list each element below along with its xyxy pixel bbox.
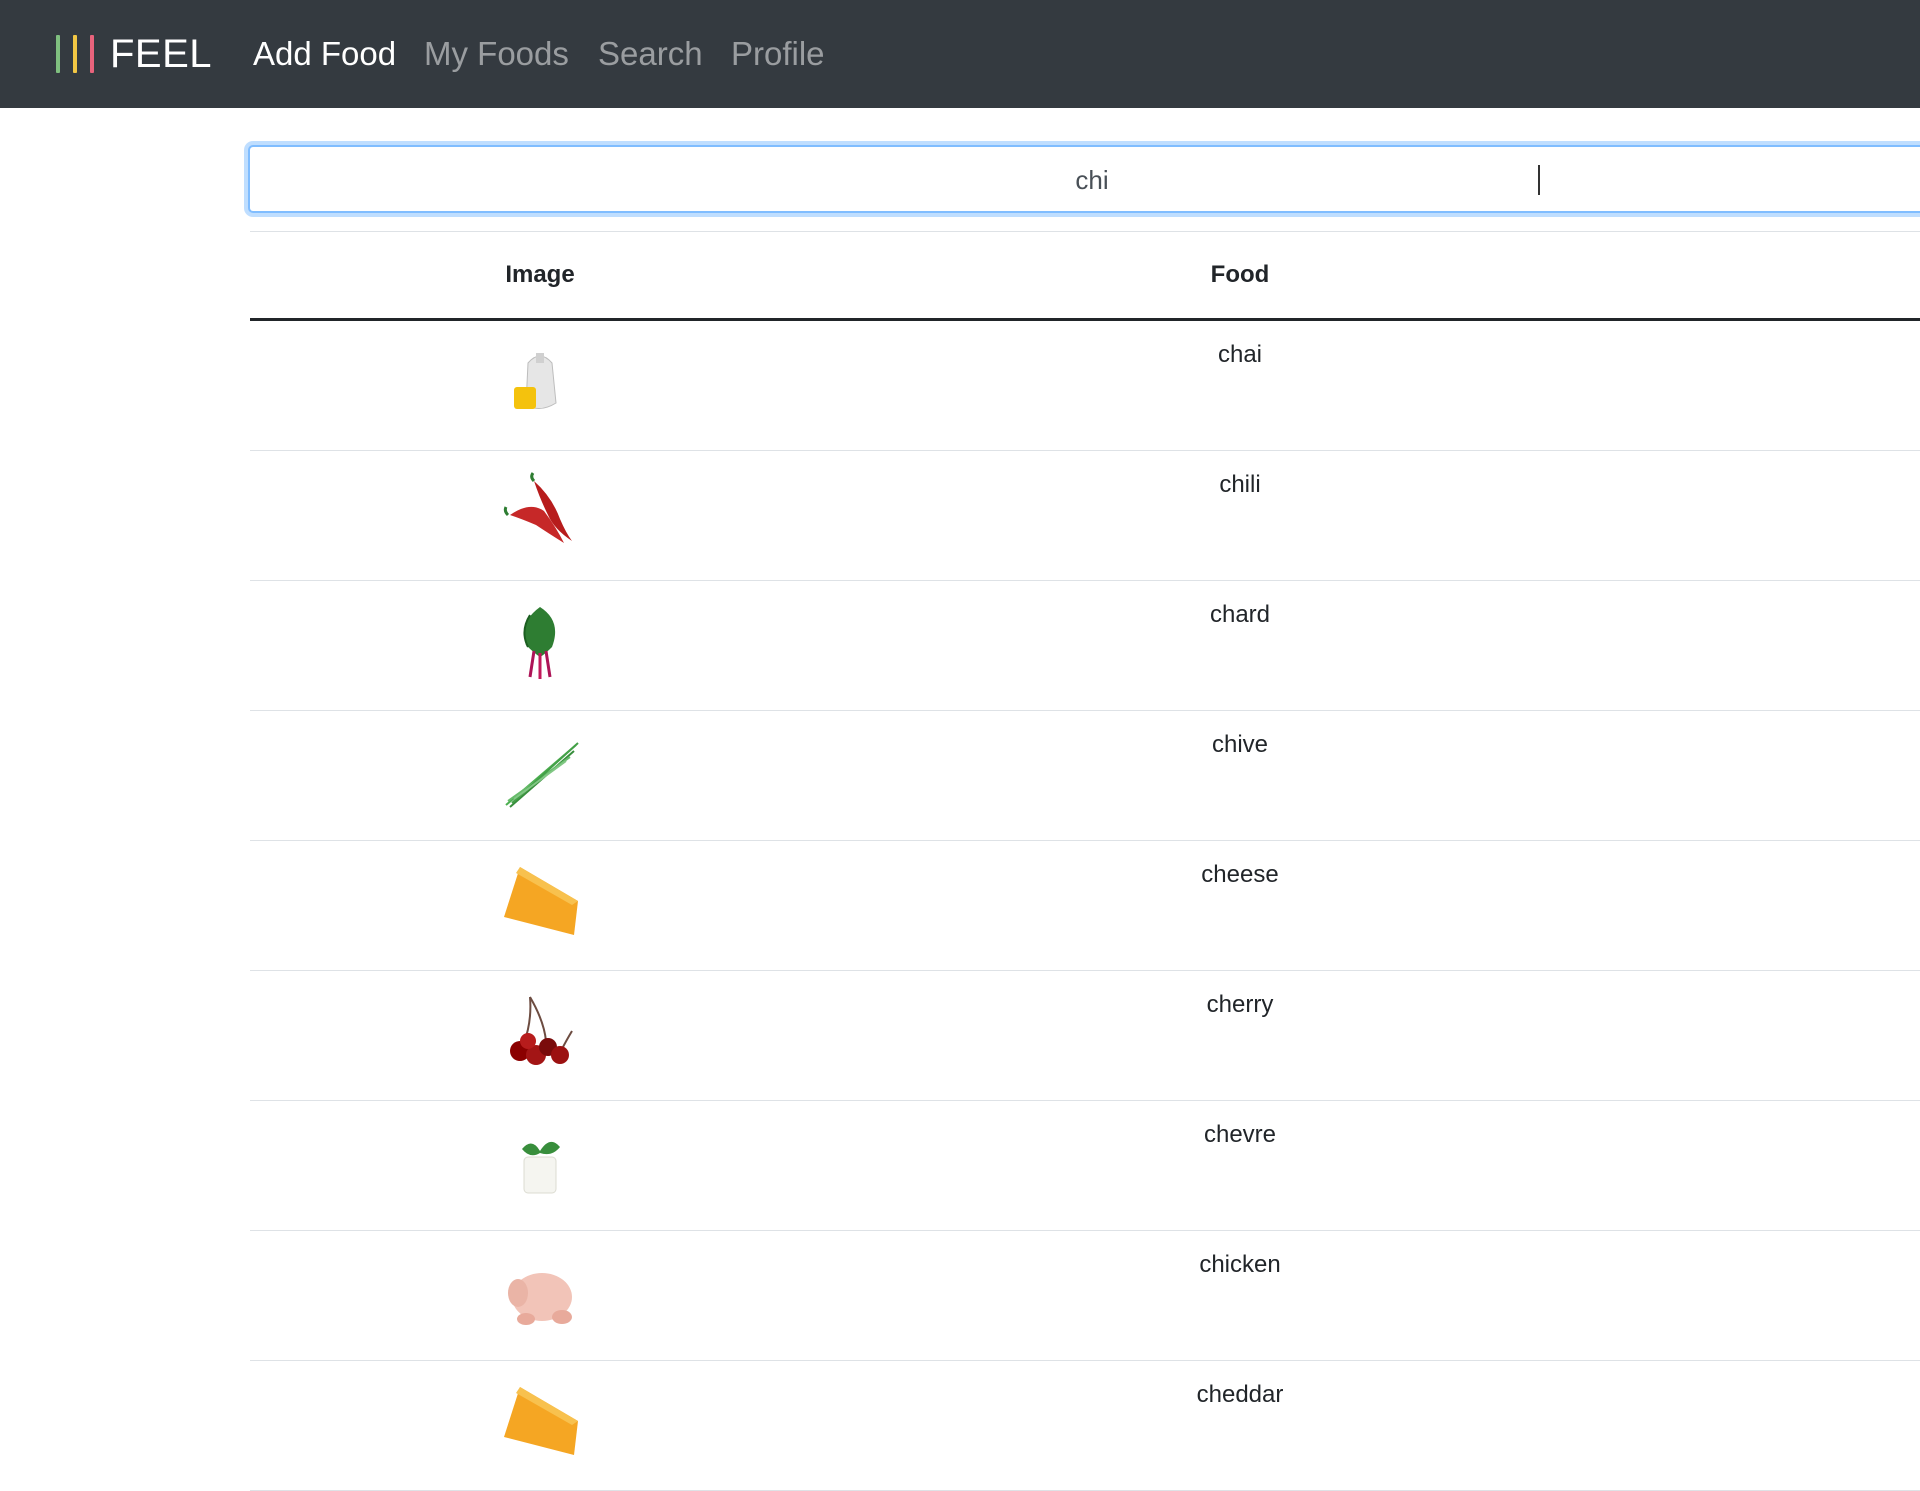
table-row[interactable]: cheddar — [250, 1361, 1920, 1491]
goat-cheese-icon — [500, 1121, 580, 1201]
table-row[interactable]: cherry — [250, 971, 1920, 1101]
food-name: chili — [1219, 471, 1261, 498]
column-header-food: Food — [1210, 261, 1270, 288]
food-name: cherry — [1206, 991, 1274, 1018]
search-box — [248, 145, 1920, 213]
column-header-image: Image — [505, 261, 575, 288]
food-name: cheese — [1201, 861, 1279, 888]
brand-bar-pink — [90, 35, 94, 73]
food-name: chive — [1211, 731, 1269, 758]
cherries-icon — [500, 991, 580, 1071]
cheddar-wedge-icon — [500, 1381, 580, 1461]
food-name: chevre — [1203, 1121, 1277, 1148]
chive-icon — [500, 731, 580, 811]
top-navbar: FEEL Add Food My Foods Search Profile — [0, 0, 1920, 108]
tea-bag-icon — [500, 341, 580, 421]
food-name: chai — [1217, 341, 1263, 368]
brand[interactable]: FEEL — [56, 30, 212, 78]
table-row[interactable]: chicken — [250, 1231, 1920, 1361]
brand-bar-green — [56, 35, 60, 73]
table-row[interactable]: chive — [250, 711, 1920, 841]
nav-profile[interactable]: Profile — [731, 30, 825, 78]
table-row[interactable]: cheese — [250, 841, 1920, 971]
food-table: Image Food chai chili chard chive cheese… — [250, 231, 1920, 1491]
brand-bar-yellow — [73, 35, 77, 73]
text-caret — [1538, 165, 1540, 195]
nav-my-foods[interactable]: My Foods — [424, 30, 569, 78]
food-name: chicken — [1199, 1251, 1281, 1278]
chili-pepper-icon — [500, 471, 580, 551]
table-row[interactable]: chevre — [250, 1101, 1920, 1231]
table-header: Image Food — [250, 231, 1920, 321]
chard-leaf-icon — [500, 601, 580, 681]
cheese-wedge-icon — [500, 861, 580, 941]
table-row[interactable]: chili — [250, 451, 1920, 581]
nav-add-food[interactable]: Add Food — [253, 30, 396, 78]
table-row[interactable]: chai — [250, 321, 1920, 451]
table-row[interactable]: chard — [250, 581, 1920, 711]
nav-search[interactable]: Search — [598, 30, 703, 78]
food-name: chard — [1209, 601, 1271, 628]
brand-name: FEEL — [110, 31, 213, 76]
search-input[interactable] — [250, 147, 1920, 213]
food-name: cheddar — [1196, 1381, 1284, 1408]
raw-chicken-icon — [500, 1251, 580, 1331]
